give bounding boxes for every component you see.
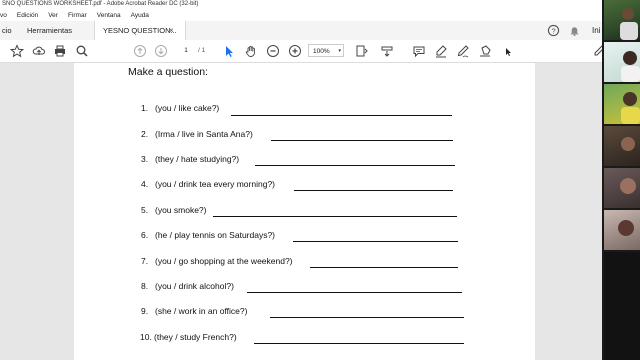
tab-close-button[interactable]: × (169, 21, 174, 40)
video-participants-strip (602, 0, 640, 360)
sign-icon[interactable] (456, 44, 470, 58)
participant-video-empty (604, 252, 640, 360)
page-total: / 1 (198, 47, 206, 54)
menu-item-window[interactable]: Ventana (97, 12, 121, 19)
question-item: 8. (you / drink alcohol?) (141, 281, 234, 291)
answer-line (247, 292, 462, 293)
question-item: 10. (they / study French?) (140, 332, 237, 342)
menu-bar: vo Edición Ver Firmar Ventana Ayuda (0, 9, 602, 21)
scroll-mode-icon[interactable] (380, 44, 394, 58)
tab-bar: cio Herramientas YESNO QUESTION... × ? I… (0, 21, 602, 41)
search-icon[interactable] (75, 44, 89, 58)
tab-home[interactable]: cio (0, 21, 20, 40)
question-item: 5. (you smoke?) (141, 205, 207, 215)
menu-item-help[interactable]: Ayuda (131, 12, 149, 19)
print-icon[interactable] (53, 44, 67, 58)
star-icon[interactable] (10, 44, 24, 58)
page-down-icon[interactable] (154, 44, 168, 58)
answer-line (271, 140, 453, 141)
fit-page-icon[interactable] (354, 44, 368, 58)
answer-line (270, 317, 464, 318)
zoom-in-icon[interactable] (288, 44, 302, 58)
answer-line (293, 241, 458, 242)
page-up-icon[interactable] (133, 44, 147, 58)
question-item: 7. (you / go shopping at the weekend?) (141, 256, 293, 266)
sign-pen-icon[interactable] (592, 44, 605, 58)
participant-video[interactable] (604, 168, 640, 208)
menu-item-edit[interactable]: Edición (17, 12, 38, 19)
svg-text:?: ? (551, 26, 555, 35)
answer-line (255, 165, 455, 166)
participant-video[interactable] (604, 126, 640, 166)
zoom-select[interactable]: 100% ▾ (308, 44, 344, 57)
answer-line (213, 216, 457, 217)
participant-video[interactable] (604, 0, 640, 40)
select-arrow-icon[interactable] (222, 44, 236, 58)
question-item: 6. (he / play tennis on Saturdays?) (141, 230, 276, 240)
window-title: SNO QUESTIONS WORKSHEET.pdf - Adobe Acro… (0, 0, 604, 9)
document-viewer[interactable]: Make a question: 1. (you / like cake?) 2.… (0, 63, 602, 360)
menu-item-sign[interactable]: Firmar (68, 12, 87, 19)
help-icon[interactable]: ? (547, 24, 560, 37)
pdf-page: Make a question: 1. (you / like cake?) 2.… (74, 63, 535, 360)
hand-icon[interactable] (244, 44, 258, 58)
answer-line (254, 343, 464, 344)
comment-icon[interactable] (412, 44, 426, 58)
participant-video[interactable] (604, 42, 640, 82)
stamp-icon[interactable] (478, 44, 492, 58)
question-item: 2. (Irma / live in Santa Ana?) (141, 129, 253, 139)
sign-in-link[interactable]: Ini (592, 21, 600, 40)
zoom-value: 100% (313, 48, 330, 55)
zoom-out-icon[interactable] (266, 44, 280, 58)
worksheet-heading: Make a question: (128, 66, 208, 78)
participant-video[interactable] (604, 84, 640, 124)
answer-line (231, 115, 452, 116)
mouse-cursor-icon (506, 43, 512, 56)
menu-item-view[interactable]: Ver (48, 12, 58, 19)
chevron-down-icon: ▾ (338, 48, 341, 54)
participant-video[interactable] (604, 210, 640, 250)
tab-tools[interactable]: Herramientas (27, 21, 72, 40)
highlight-icon[interactable] (434, 44, 448, 58)
page-number-input[interactable]: 1 (176, 45, 196, 56)
question-item: 9. (she / work in an office?) (141, 306, 248, 316)
menu-item-file[interactable]: vo (0, 12, 7, 19)
answer-line (294, 190, 453, 191)
bell-icon[interactable] (568, 24, 581, 37)
question-item: 4. (you / drink tea every morning?) (141, 179, 275, 189)
question-item: 3. (they / hate studying?) (141, 154, 240, 164)
answer-line (310, 267, 458, 268)
cloud-upload-icon[interactable] (32, 44, 46, 58)
question-item: 1. (you / like cake?) (141, 103, 220, 113)
